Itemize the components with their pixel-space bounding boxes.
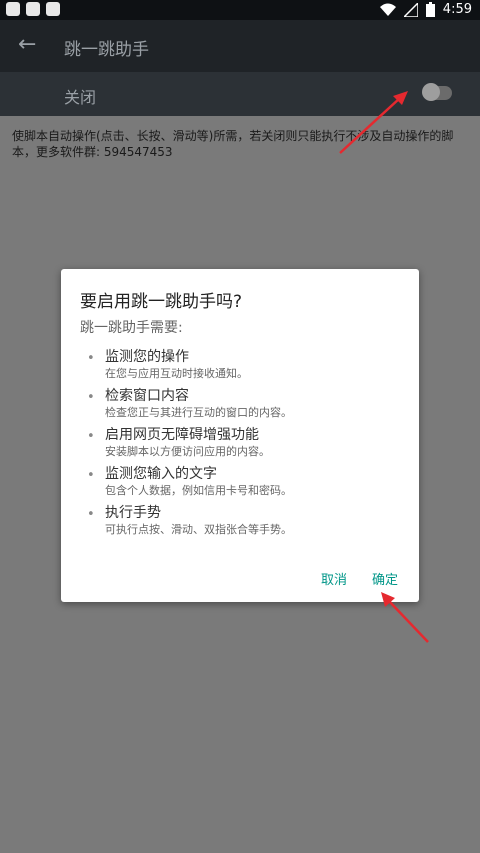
enable-service-dialog: 要启用跳一跳助手吗? 跳一跳助手需要: • 监测您的操作 在您与应用互动时接收通… — [61, 269, 419, 602]
status-bar: 4:59 — [0, 0, 480, 20]
permission-desc: 可执行点按、滑动、双指张合等手势。 — [105, 523, 292, 536]
bullet-icon: • — [87, 429, 95, 444]
permission-list: • 监测您的操作 在您与应用互动时接收通知。 • 检索窗口内容 检查您正与其进行… — [80, 349, 400, 544]
service-description: 使脚本自动操作(点击、长按、滑动等)所需，若关闭则只能执行不涉及自动操作的脚本，… — [12, 129, 454, 159]
toggle-row: 关闭 — [0, 72, 480, 116]
wifi-icon — [379, 3, 396, 16]
list-item: • 执行手势 可执行点按、滑动、双指张合等手势。 — [80, 505, 400, 544]
toggle-label: 关闭 — [64, 88, 97, 107]
app-icon — [6, 2, 20, 16]
ok-button[interactable]: 确定 — [372, 569, 398, 588]
list-item: • 监测您输入的文字 包含个人数据，例如信用卡号和密码。 — [80, 466, 400, 505]
bullet-icon: • — [87, 390, 95, 405]
dialog-subtitle: 跳一跳助手需要: — [80, 320, 183, 336]
permission-desc: 检查您正与其进行互动的窗口的内容。 — [105, 406, 292, 419]
app-bar: ← 跳一跳助手 — [0, 20, 480, 72]
list-item: • 监测您的操作 在您与应用互动时接收通知。 — [80, 349, 400, 388]
permission-desc: 安装脚本以方便访问应用的内容。 — [105, 445, 270, 458]
permission-title: 执行手势 — [105, 505, 161, 521]
bullet-icon: • — [87, 507, 95, 522]
permission-title: 监测您输入的文字 — [105, 466, 217, 482]
permission-desc: 在您与应用互动时接收通知。 — [105, 367, 248, 380]
permission-title: 监测您的操作 — [105, 349, 189, 365]
cancel-button[interactable]: 取消 — [321, 569, 347, 588]
permission-title: 启用网页无障碍增强功能 — [105, 427, 259, 443]
switch-knob — [422, 83, 440, 101]
white-square-icon — [26, 2, 40, 16]
bullet-icon: • — [87, 351, 95, 366]
dialog-title: 要启用跳一跳助手吗? — [80, 292, 243, 312]
bullet-icon: • — [87, 468, 95, 483]
list-item: • 启用网页无障碍增强功能 安装脚本以方便访问应用的内容。 — [80, 427, 400, 466]
page-title: 跳一跳助手 — [64, 40, 149, 60]
battery-icon — [425, 2, 435, 17]
arrow-back-icon[interactable]: ← — [18, 32, 36, 57]
accessibility-switch[interactable] — [422, 83, 452, 101]
status-time: 4:59 — [442, 2, 472, 17]
a-icon — [46, 2, 60, 16]
list-item: • 检索窗口内容 检查您正与其进行互动的窗口的内容。 — [80, 388, 400, 427]
permission-title: 检索窗口内容 — [105, 388, 189, 404]
permission-desc: 包含个人数据，例如信用卡号和密码。 — [105, 484, 292, 497]
signal-icon — [403, 2, 418, 17]
